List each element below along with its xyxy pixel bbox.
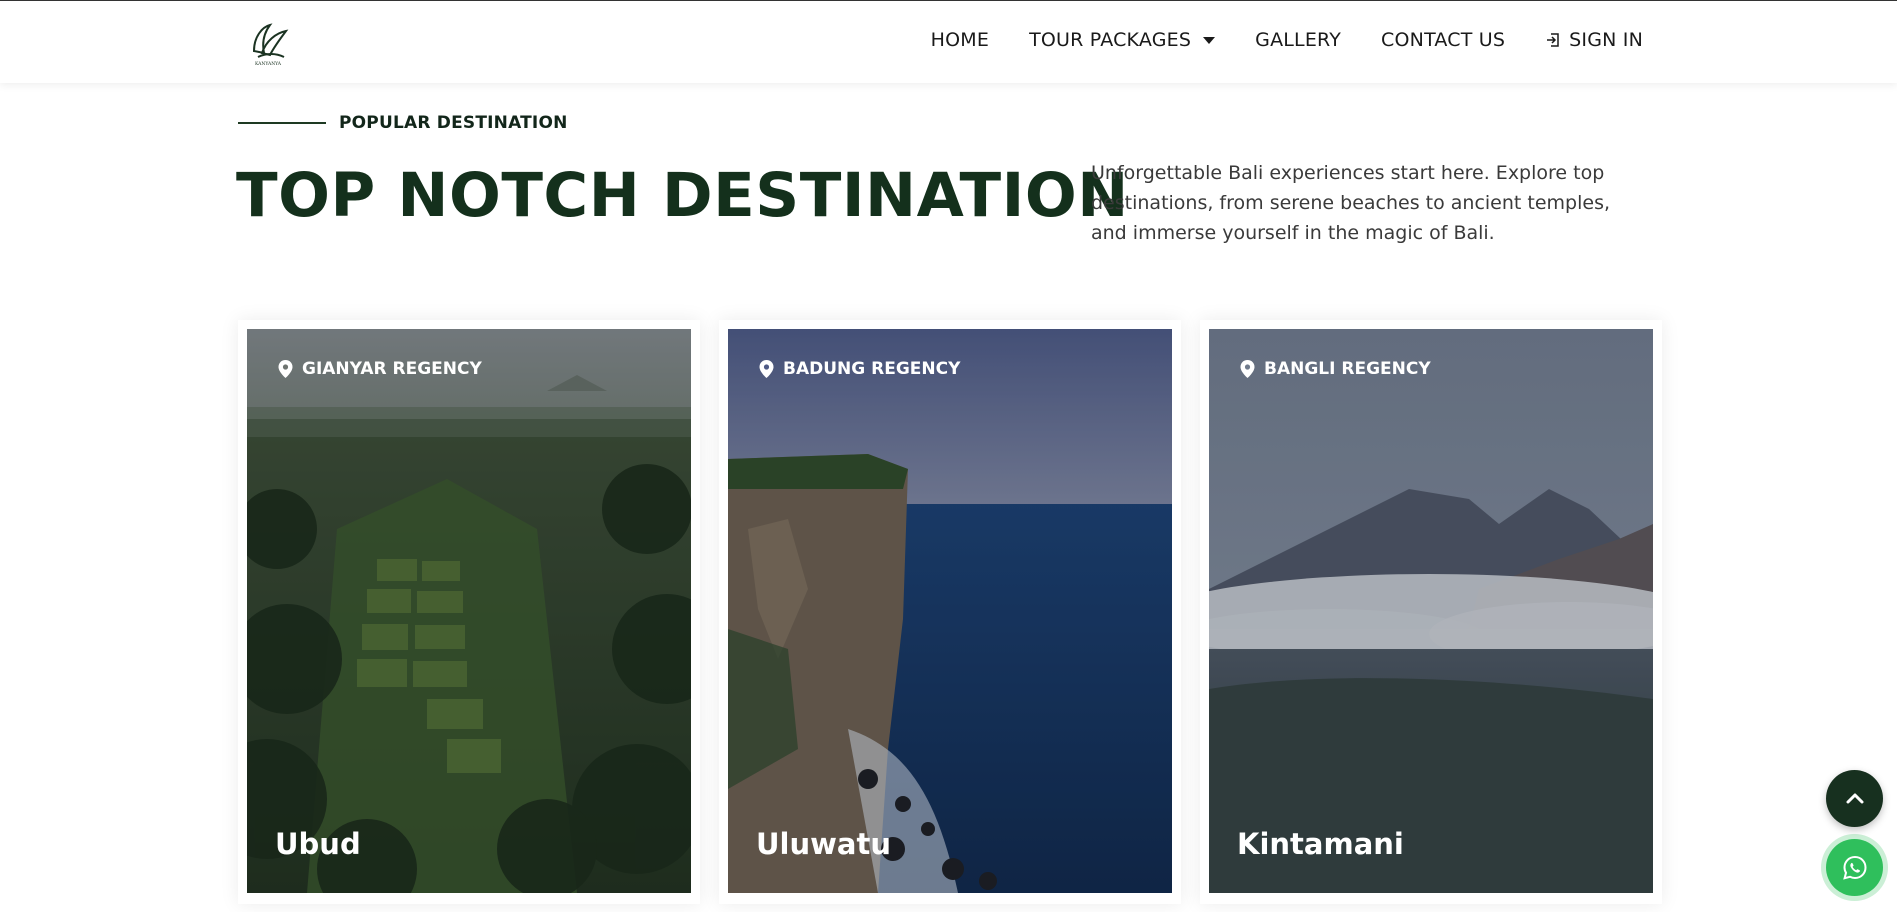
section-title: TOP NOTCH DESTINATION [236, 160, 1129, 231]
card-region: BANGLI REGENCY [1239, 359, 1431, 379]
sign-in-label: SIGN IN [1569, 29, 1643, 51]
caret-down-icon [1203, 36, 1216, 44]
eyebrow-label: POPULAR DESTINATION [339, 113, 568, 133]
section-description: Unforgettable Bali experiences start her… [1091, 162, 1611, 244]
card-image: BANGLI REGENCY Kintamani [1209, 329, 1653, 893]
section-eyebrow: POPULAR DESTINATION [238, 113, 568, 133]
mountains-clouds-image [1209, 329, 1653, 893]
destination-cards: GIANYAR REGENCY Ubud BADUNG REGENCY Uluw… [238, 320, 1662, 904]
nav-gallery[interactable]: GALLERY [1255, 29, 1341, 51]
destination-card-uluwatu[interactable]: BADUNG REGENCY Uluwatu [719, 320, 1181, 904]
card-region: GIANYAR REGENCY [277, 359, 482, 379]
card-title: Uluwatu [756, 827, 892, 861]
card-image: BADUNG REGENCY Uluwatu [728, 329, 1172, 893]
whatsapp-chat-button[interactable] [1826, 839, 1883, 896]
destination-card-ubud[interactable]: GIANYAR REGENCY Ubud [238, 320, 700, 904]
rice-terrace-image [247, 329, 691, 893]
location-pin-icon [1240, 360, 1255, 378]
svg-text:KANYANYA: KANYANYA [255, 61, 282, 67]
whatsapp-icon [1842, 855, 1867, 880]
nav-home[interactable]: HOME [931, 29, 989, 51]
card-region-label: BADUNG REGENCY [783, 359, 961, 379]
navbar: KANYANYA HOME TOUR PACKAGES GALLERY CONT… [0, 0, 1897, 83]
leaf-logo-icon: KANYANYA [252, 23, 289, 67]
brand-logo[interactable]: KANYANYA [240, 15, 296, 71]
card-region-label: GIANYAR REGENCY [302, 359, 482, 379]
location-pin-icon [278, 360, 293, 378]
sign-in-link[interactable]: SIGN IN [1545, 29, 1643, 51]
card-region: BADUNG REGENCY [758, 359, 960, 379]
scroll-to-top-button[interactable] [1826, 770, 1883, 827]
nav-tour-packages-label: TOUR PACKAGES [1029, 29, 1192, 51]
main-nav: HOME TOUR PACKAGES GALLERY CONTACT US SI… [931, 29, 1643, 51]
location-pin-icon [759, 360, 774, 378]
sign-in-icon [1547, 33, 1559, 47]
card-image: GIANYAR REGENCY Ubud [247, 329, 691, 893]
card-region-label: BANGLI REGENCY [1264, 359, 1431, 379]
eyebrow-divider [238, 122, 326, 124]
nav-contact-us[interactable]: CONTACT US [1381, 29, 1505, 51]
chevron-up-icon [1846, 793, 1863, 803]
destination-card-kintamani[interactable]: BANGLI REGENCY Kintamani [1200, 320, 1662, 904]
card-title: Kintamani [1237, 827, 1404, 861]
nav-tour-packages[interactable]: TOUR PACKAGES [1029, 29, 1216, 51]
card-title: Ubud [275, 827, 361, 861]
sea-cliff-image [728, 329, 1172, 893]
